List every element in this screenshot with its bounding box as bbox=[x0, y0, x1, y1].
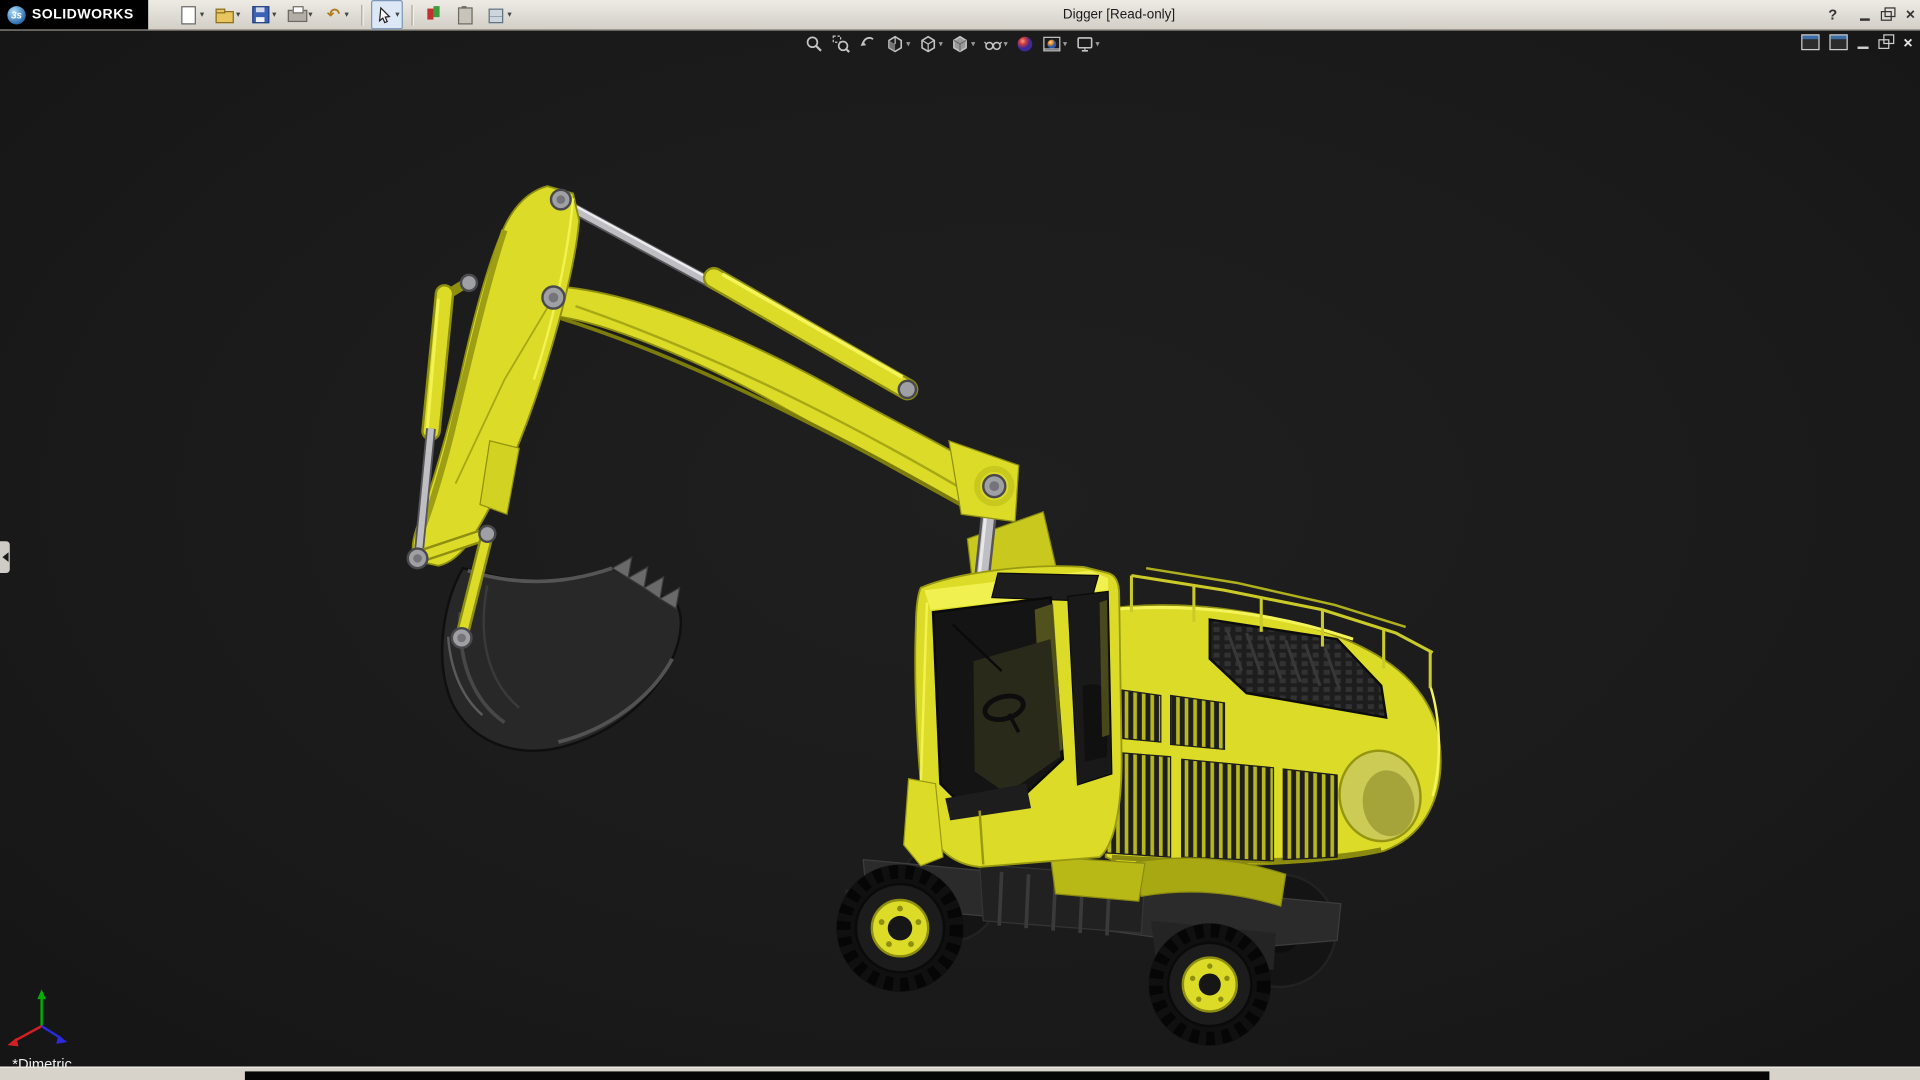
clipboard-button[interactable] bbox=[452, 0, 479, 29]
taskbar-sliver bbox=[245, 1071, 1769, 1080]
reference-triad bbox=[7, 989, 67, 1046]
chevron-down-icon: ▾ bbox=[200, 10, 204, 20]
chevron-down-icon: ▾ bbox=[1004, 39, 1008, 49]
zoom-to-area-button[interactable] bbox=[830, 33, 852, 55]
view-settings-button[interactable]: ▾ bbox=[1073, 33, 1101, 55]
clipboard-icon bbox=[456, 5, 476, 25]
chevron-down-icon: ▾ bbox=[939, 39, 943, 49]
view-settings-icon bbox=[1075, 34, 1095, 54]
hide-show-items-button[interactable]: ▾ bbox=[981, 33, 1009, 55]
document-restore-button[interactable] bbox=[1879, 36, 1894, 49]
solidworks-logo: 3s SOLIDWORKS bbox=[0, 0, 148, 29]
cascade-window-icon[interactable] bbox=[1830, 34, 1848, 50]
open-folder-icon bbox=[215, 5, 235, 25]
dassault-3ds-icon: 3s bbox=[7, 6, 25, 24]
minimize-button[interactable] bbox=[1860, 18, 1870, 20]
apply-scene-icon bbox=[1042, 34, 1062, 54]
heads-up-view-toolbar: ▾ ▾ ▾ ▾ ▾ ▾ bbox=[803, 33, 1101, 55]
previous-view-button[interactable] bbox=[857, 33, 879, 55]
options-button[interactable]: ▾ bbox=[483, 0, 515, 29]
save-button[interactable]: ▾ bbox=[248, 0, 280, 29]
print-button[interactable]: ▾ bbox=[284, 0, 316, 29]
chevron-down-icon: ▾ bbox=[1063, 39, 1067, 49]
display-style-button[interactable]: ▾ bbox=[949, 33, 977, 55]
color-indicator-button[interactable] bbox=[422, 0, 449, 29]
red-green-indicator-icon bbox=[425, 5, 445, 25]
chevron-down-icon: ▾ bbox=[308, 10, 312, 20]
apply-scene-button[interactable]: ▾ bbox=[1041, 33, 1069, 55]
print-icon bbox=[287, 5, 307, 25]
panel-collapse-tab[interactable] bbox=[0, 541, 10, 573]
save-floppy-icon bbox=[251, 5, 271, 25]
previous-view-icon bbox=[858, 34, 878, 54]
hide-show-items-icon bbox=[983, 34, 1003, 54]
titlebar: 3s SOLIDWORKS ▾ ▾ ▾ ▾ ↶▾ ▾ ▾ Digger [Rea… bbox=[0, 0, 1920, 31]
brand-name: SOLIDWORKS bbox=[32, 7, 134, 22]
digger-model[interactable] bbox=[0, 0, 1920, 1080]
front-wheel-group[interactable] bbox=[836, 864, 963, 991]
new-document-button[interactable]: ▾ bbox=[175, 0, 207, 29]
chevron-down-icon: ▾ bbox=[906, 39, 910, 49]
chevron-down-icon: ▾ bbox=[236, 10, 240, 20]
standard-toolbar: ▾ ▾ ▾ ▾ ↶▾ ▾ ▾ bbox=[175, 0, 515, 29]
chevron-down-icon: ▾ bbox=[395, 10, 399, 20]
chevron-down-icon: ▾ bbox=[507, 10, 511, 20]
toolbar-separator bbox=[412, 4, 413, 25]
display-style-icon bbox=[950, 34, 970, 54]
solidworks-window: ▾ ▾ ▾ ▾ ▾ ▾ × *Dimetric 3s SOLIDWORKS ▾ … bbox=[0, 0, 1920, 1080]
zoom-to-area-icon bbox=[831, 34, 851, 54]
toolbar-separator bbox=[361, 4, 362, 25]
cab-group[interactable] bbox=[904, 566, 1122, 867]
view-orientation-icon bbox=[918, 34, 938, 54]
chevron-down-icon: ▾ bbox=[344, 10, 348, 20]
options-grid-icon bbox=[487, 5, 507, 25]
view-orientation-button[interactable]: ▾ bbox=[917, 33, 945, 55]
section-view-button[interactable]: ▾ bbox=[884, 33, 912, 55]
zoom-to-fit-icon bbox=[804, 34, 824, 54]
restore-button[interactable] bbox=[1881, 9, 1894, 21]
bottom-edge-strip bbox=[0, 1067, 1920, 1080]
undo-button[interactable]: ↶▾ bbox=[320, 0, 352, 29]
document-window-controls: × bbox=[1802, 34, 1913, 50]
edit-appearance-button[interactable] bbox=[1014, 33, 1036, 55]
window-controls: ? × bbox=[1828, 0, 1915, 29]
chevron-down-icon: ▾ bbox=[272, 10, 276, 20]
rear-wheel-group[interactable] bbox=[1149, 923, 1271, 1045]
zoom-to-fit-button[interactable] bbox=[803, 33, 825, 55]
edit-appearance-icon bbox=[1015, 34, 1035, 54]
chevron-down-icon: ▾ bbox=[1095, 39, 1099, 49]
select-button[interactable]: ▾ bbox=[371, 0, 403, 29]
help-button[interactable]: ? bbox=[1828, 6, 1837, 23]
section-view-icon bbox=[885, 34, 905, 54]
tile-window-icon[interactable] bbox=[1802, 34, 1820, 50]
document-close-button[interactable]: × bbox=[1903, 36, 1912, 49]
select-cursor-icon bbox=[374, 5, 394, 25]
open-button[interactable]: ▾ bbox=[212, 0, 244, 29]
document-minimize-button[interactable] bbox=[1858, 46, 1869, 48]
new-document-icon bbox=[179, 5, 199, 25]
window-title: Digger [Read-only] bbox=[1063, 0, 1175, 29]
collapse-arrow-icon bbox=[2, 552, 8, 562]
undo-arrow-icon: ↶ bbox=[324, 5, 344, 25]
chevron-down-icon: ▾ bbox=[971, 39, 975, 49]
close-button[interactable]: × bbox=[1906, 1, 1915, 28]
